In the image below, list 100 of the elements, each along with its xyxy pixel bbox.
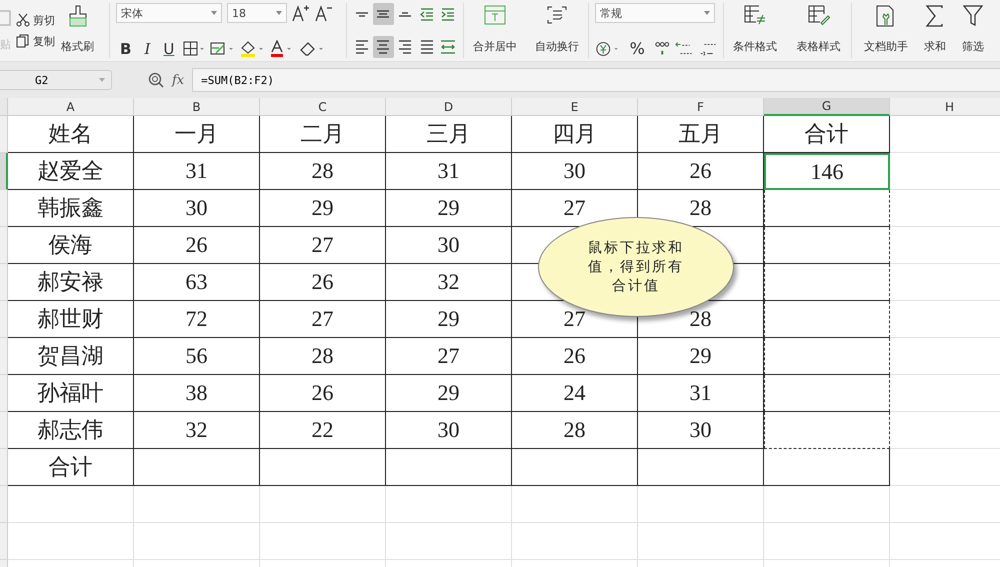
caret-icon (211, 11, 217, 15)
font-name-dropdown[interactable]: 宋体 (116, 3, 222, 23)
brush-icon (66, 5, 88, 27)
scissors-icon (16, 13, 30, 27)
table-cell: 56 (134, 338, 260, 375)
align-icon (354, 40, 369, 54)
table-cell: 24 (512, 375, 638, 412)
caret-icon (704, 11, 710, 15)
align-button[interactable] (372, 3, 394, 25)
fill-color-icon[interactable] (239, 40, 266, 58)
copy-icon (16, 34, 30, 48)
table-cell: 三月 (386, 116, 512, 153)
table-style-button[interactable]: 表格样式 (786, 3, 852, 58)
table-cell: 四月 (512, 116, 638, 153)
table-cell: 31 (134, 153, 260, 190)
conditional-format-button[interactable]: 条件格式 (724, 3, 786, 58)
table-cell: 赵爱全 (8, 153, 134, 190)
bold-button[interactable]: B (116, 40, 136, 58)
document-wrench-icon (876, 5, 896, 27)
column-header[interactable]: C (260, 98, 386, 116)
table-cell: 29 (386, 301, 512, 338)
number-format-dropdown[interactable]: 常规 (595, 3, 715, 23)
align-icon (398, 12, 412, 16)
table-cell: 29 (260, 190, 386, 227)
table-cell: 30 (134, 190, 260, 227)
table-cell: 31 (638, 375, 764, 412)
underline-button[interactable]: U (159, 40, 178, 58)
table-cell: 38 (134, 375, 260, 412)
table-cell: 27 (260, 227, 386, 264)
table-cell: 30 (386, 412, 512, 449)
table-cell: 贺昌湖 (8, 338, 134, 375)
cell-style-icon[interactable] (210, 41, 234, 57)
column-header[interactable]: D (386, 98, 512, 116)
percent-button[interactable]: % (626, 39, 649, 58)
table-cell: 侯海 (8, 227, 134, 264)
thousands-separator-icon[interactable] (654, 40, 670, 58)
document-assistant-button[interactable]: 文档助手 (856, 3, 916, 58)
table-cell: 29 (386, 190, 512, 227)
merge-center-button[interactable]: 合并居中 (464, 3, 526, 58)
column-header[interactable]: B (134, 98, 260, 116)
eraser-icon[interactable] (299, 40, 326, 58)
column-header[interactable]: E (512, 98, 638, 116)
copy-button[interactable]: 复制 (16, 34, 55, 48)
formula-field[interactable]: =SUM(B2:F2) (192, 68, 1000, 92)
merge-cells-icon (484, 5, 506, 25)
funnel-icon (963, 5, 983, 27)
callout-text: 鼠标下拉求和值，得到所有合计值 (587, 238, 685, 296)
table-cell: 32 (134, 412, 260, 449)
table-cell: 28 (260, 153, 386, 190)
table-cell: 31 (386, 153, 512, 190)
wrap-text-icon (546, 5, 568, 25)
table-icon (744, 5, 766, 25)
zoom-icon[interactable] (148, 72, 164, 88)
font-size-dropdown[interactable]: 18 (227, 3, 287, 23)
table-pen-icon (808, 5, 830, 25)
align-button[interactable] (372, 36, 394, 58)
table-cell: 27 (260, 301, 386, 338)
name-box[interactable]: G2 (0, 70, 112, 90)
cut-button[interactable]: 剪切 (16, 12, 55, 28)
table-cell: 30 (638, 412, 764, 449)
table-cell: 26 (260, 264, 386, 301)
table-cell: 29 (638, 338, 764, 375)
table-cell: 32 (386, 264, 512, 301)
align-icon (354, 12, 369, 16)
align-icon (440, 40, 456, 54)
align-icon (441, 8, 456, 20)
wrap-text-button[interactable]: 自动换行 (526, 3, 588, 58)
grow-font-icon[interactable] (292, 4, 310, 22)
table-cell: 郝安禄 (8, 264, 134, 301)
table-cell: 五月 (638, 116, 764, 153)
table-cell: 郝志伟 (8, 412, 134, 449)
table-cell: 63 (134, 264, 260, 301)
italic-button[interactable]: I (140, 40, 154, 58)
column-header[interactable]: G (764, 98, 890, 116)
table-cell: 29 (386, 375, 512, 412)
table-cell: 72 (134, 301, 260, 338)
filter-button[interactable]: 筛选 (954, 3, 992, 58)
table-cell: 一月 (134, 116, 260, 153)
table-cell: 28 (260, 338, 386, 375)
align-icon (420, 40, 434, 54)
table-cell: 合计 (764, 116, 890, 153)
table-cell: 22 (260, 412, 386, 449)
table-cell: 27 (386, 338, 512, 375)
function-label[interactable]: fx (172, 72, 184, 88)
align-icon (398, 40, 412, 54)
table-cell: 郝世财 (8, 301, 134, 338)
sum-button[interactable]: 求和 (916, 3, 954, 58)
table-cell: 26 (512, 338, 638, 375)
table-cell: 146 (764, 153, 890, 190)
table-cell: 孙福叶 (8, 375, 134, 412)
column-header[interactable]: F (638, 98, 764, 116)
shrink-font-icon[interactable] (315, 4, 333, 22)
column-header[interactable]: H (890, 98, 1000, 116)
table-cell: 二月 (260, 116, 386, 153)
format-painter-button[interactable]: 格式刷 (59, 3, 96, 58)
column-header[interactable]: A (8, 98, 134, 116)
table-cell: 韩振鑫 (8, 190, 134, 227)
table-cell: 姓名 (8, 116, 134, 153)
borders-icon[interactable] (183, 41, 206, 57)
table-cell: 26 (638, 153, 764, 190)
